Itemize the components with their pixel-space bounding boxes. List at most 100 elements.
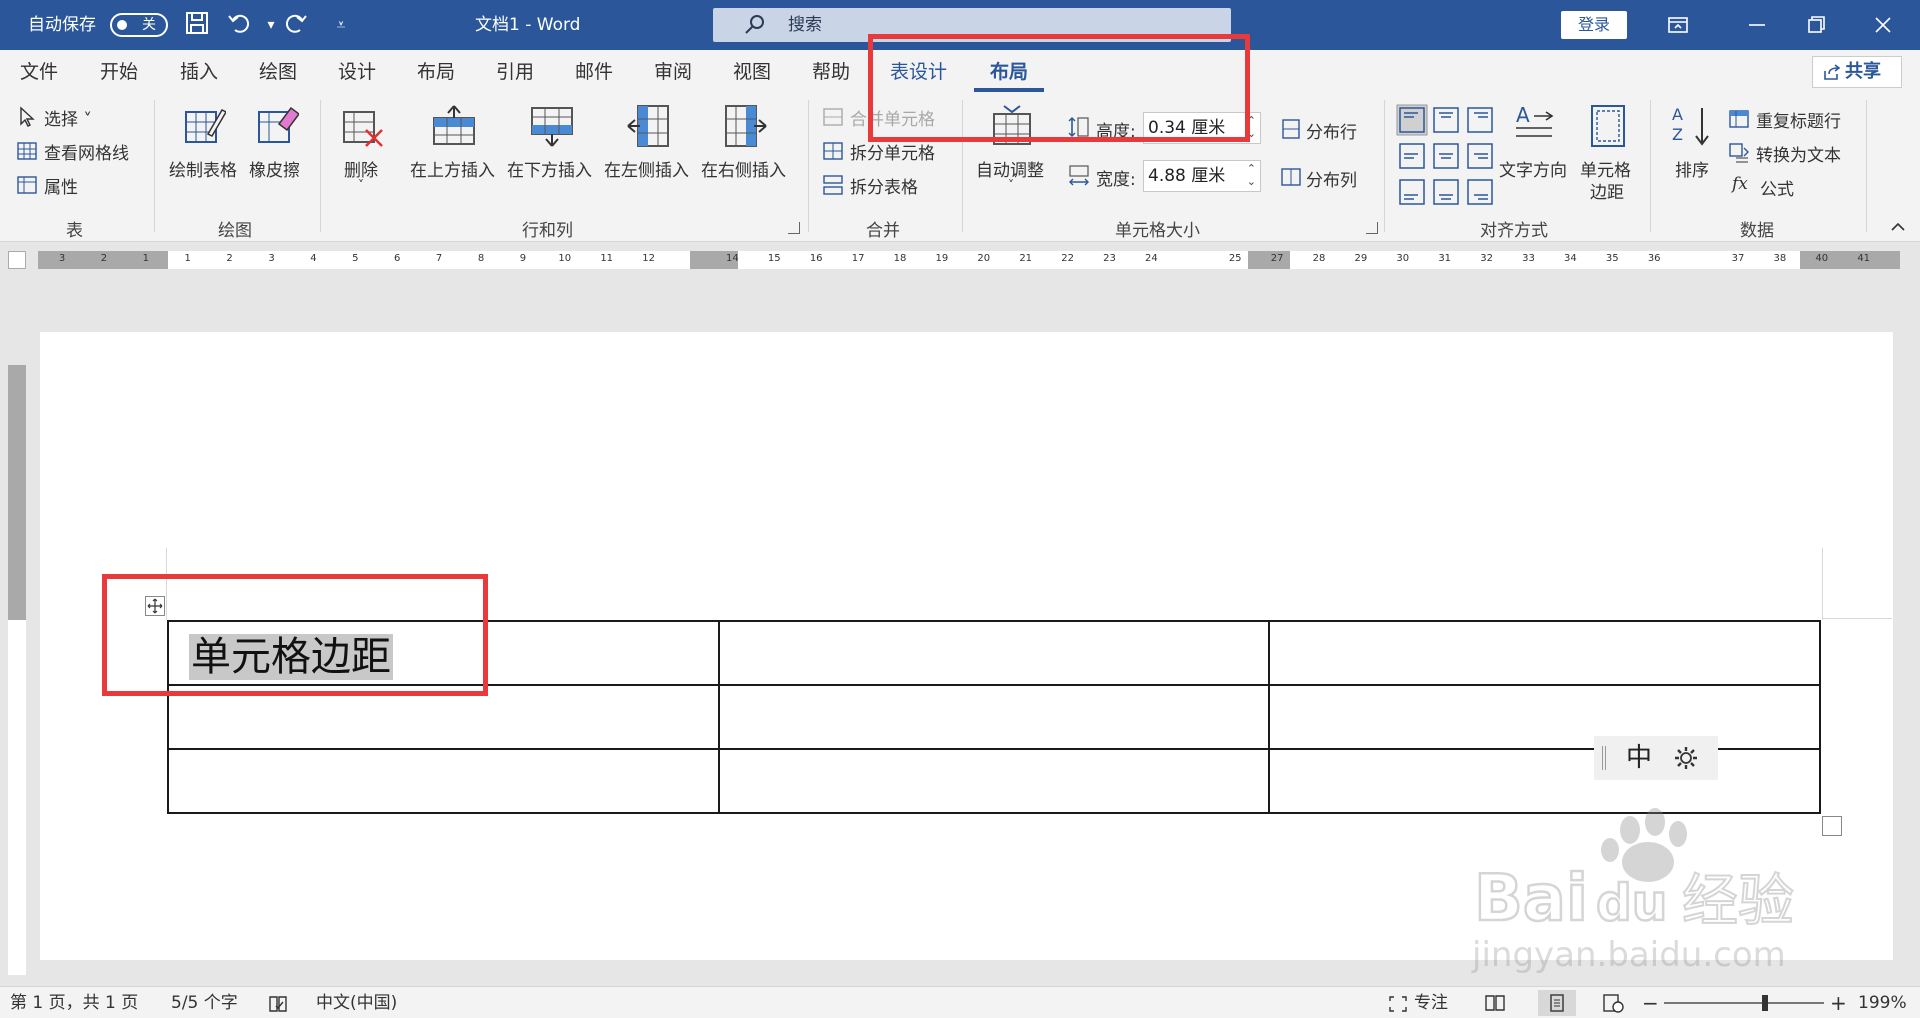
- close-icon[interactable]: [1868, 10, 1898, 40]
- text-direction-button[interactable]: 文字方向: [1499, 156, 1567, 181]
- ruler-number: 4: [310, 253, 317, 264]
- split-cells-button[interactable]: 拆分单元格: [850, 139, 935, 164]
- zoom-slider[interactable]: [1664, 1002, 1824, 1004]
- zoom-in-button[interactable]: +: [1830, 987, 1847, 1018]
- save-icon[interactable]: [182, 10, 212, 40]
- ime-mode-label[interactable]: 中: [1626, 736, 1652, 780]
- eraser-button[interactable]: 橡皮擦: [249, 156, 300, 181]
- group-divider: [154, 100, 155, 232]
- view-gridlines-button[interactable]: 查看网格线: [44, 139, 129, 164]
- tab-review[interactable]: 审阅: [654, 50, 692, 94]
- print-layout-button[interactable]: [1538, 990, 1576, 1016]
- tab-draw[interactable]: 绘图: [259, 50, 297, 94]
- customize-qat-icon[interactable]: ⩡: [326, 10, 356, 40]
- tab-references[interactable]: 引用: [496, 50, 534, 94]
- tab-insert[interactable]: 插入: [180, 50, 218, 94]
- ime-drag-handle[interactable]: [1602, 746, 1606, 770]
- group-label-merge: 合并: [866, 221, 900, 241]
- width-label: 宽度:: [1096, 170, 1136, 190]
- web-layout-icon[interactable]: [1602, 993, 1624, 1013]
- vertical-ruler[interactable]: [8, 365, 26, 975]
- horizontal-ruler[interactable]: 3 2 1 1 2 3 4 5 6 7 8 9 10 11 12 14 15 16 17 18 19 20 21 22 23 24…: [0, 243, 1920, 277]
- share-label: 共享: [1845, 61, 1881, 82]
- login-button[interactable]: 登录: [1561, 11, 1627, 39]
- page-count[interactable]: 第 1 页，共 1 页: [10, 987, 138, 1018]
- distribute-cols-button[interactable]: 分布列: [1306, 166, 1357, 191]
- ruler-number: 20: [977, 253, 991, 264]
- distribute-rows-button[interactable]: 分布行: [1306, 118, 1357, 143]
- draw-table-button[interactable]: 绘制表格: [169, 156, 237, 181]
- insert-right-button[interactable]: 在右侧插入: [701, 156, 786, 181]
- cell-size-launcher-icon[interactable]: [1366, 222, 1378, 234]
- convert-to-text-button[interactable]: 转换为文本: [1756, 141, 1841, 166]
- tab-mailings[interactable]: 邮件: [575, 50, 613, 94]
- autosave-toggle[interactable]: 关: [110, 13, 168, 37]
- minimize-icon[interactable]: [1742, 10, 1772, 40]
- repeat-header-button[interactable]: 重复标题行: [1756, 107, 1841, 132]
- insert-above-button[interactable]: 在上方插入: [410, 156, 495, 181]
- rows-cols-launcher-icon[interactable]: [788, 222, 800, 234]
- group-label-draw: 绘图: [218, 221, 252, 241]
- formula-button[interactable]: 公式: [1760, 175, 1794, 200]
- table-cell[interactable]: [1268, 620, 1821, 686]
- tab-view[interactable]: 视图: [733, 50, 771, 94]
- tab-design[interactable]: 设计: [338, 50, 376, 94]
- zoom-level[interactable]: 199%: [1858, 987, 1907, 1018]
- zoom-slider-thumb[interactable]: [1762, 995, 1768, 1011]
- table-cell[interactable]: [717, 620, 1271, 686]
- select-button[interactable]: 选择 ˅: [44, 105, 92, 130]
- tab-layout[interactable]: 布局: [417, 50, 455, 94]
- table-cell[interactable]: [717, 684, 1271, 750]
- group-divider: [1650, 100, 1651, 232]
- delete-dropdown-icon[interactable]: ˅: [358, 178, 364, 192]
- ribbon-display-options-icon[interactable]: [1663, 10, 1693, 40]
- search-placeholder: 搜索: [788, 15, 822, 35]
- width-input[interactable]: 4.88 厘米 ⌃ ⌄: [1143, 160, 1261, 192]
- text-boundary-guide: [1822, 618, 1892, 619]
- tab-selector-icon[interactable]: [8, 251, 26, 269]
- zoom-out-button[interactable]: −: [1642, 987, 1659, 1018]
- properties-button[interactable]: 属性: [44, 173, 78, 198]
- ruler-number: 27: [1270, 253, 1284, 264]
- sort-icon: AZ: [1672, 105, 1709, 146]
- sort-button[interactable]: 排序: [1675, 156, 1709, 181]
- table-cell[interactable]: [1268, 684, 1821, 750]
- search-icon: [745, 15, 764, 34]
- redo-icon[interactable]: [280, 10, 310, 40]
- undo-icon[interactable]: [225, 10, 255, 40]
- svg-text:A: A: [1672, 105, 1683, 124]
- collapse-ribbon-icon[interactable]: [1890, 220, 1906, 232]
- autofit-dropdown-icon[interactable]: ˅: [1008, 178, 1014, 192]
- eraser-icon: [258, 106, 299, 143]
- split-table-button[interactable]: 拆分表格: [850, 173, 918, 198]
- tab-help[interactable]: 帮助: [812, 50, 850, 94]
- insert-right-icon: [725, 105, 767, 147]
- tab-home[interactable]: 开始: [100, 50, 138, 94]
- share-button[interactable]: 共享: [1812, 56, 1902, 88]
- width-spinner-icon[interactable]: ⌃ ⌄: [1247, 162, 1256, 188]
- proofing-icon[interactable]: [268, 995, 288, 1013]
- ruler-number: 19: [935, 253, 949, 264]
- word-count[interactable]: 5/5 个字: [171, 987, 238, 1018]
- table-cell[interactable]: [167, 748, 720, 814]
- select-icon: [20, 106, 35, 127]
- ruler-number: 32: [1480, 253, 1493, 264]
- language[interactable]: 中文(中国): [316, 987, 397, 1018]
- tab-file[interactable]: 文件: [20, 50, 58, 94]
- ime-toolbar[interactable]: 中: [1594, 736, 1718, 780]
- read-mode-icon[interactable]: [1484, 994, 1506, 1012]
- insert-below-button[interactable]: 在下方插入: [507, 156, 592, 181]
- restore-icon[interactable]: [1801, 10, 1831, 40]
- table-cell[interactable]: [717, 748, 1271, 814]
- insert-left-button[interactable]: 在左侧插入: [604, 156, 689, 181]
- status-bar: 第 1 页，共 1 页 5/5 个字 中文(中国) 专注 − + 199%: [0, 986, 1920, 1018]
- distribute-cols-icon: [1281, 168, 1301, 186]
- split-cells-icon: [823, 142, 843, 160]
- select-label: 选择: [44, 110, 78, 130]
- group-label-alignment: 对齐方式: [1480, 221, 1548, 241]
- svg-text:du: du: [1596, 874, 1667, 932]
- gear-icon[interactable]: [1672, 744, 1700, 772]
- ruler-number: 7: [435, 253, 443, 264]
- focus-button[interactable]: 专注: [1414, 987, 1448, 1018]
- svg-text:jingyan.baidu.com: jingyan.baidu.com: [1471, 935, 1786, 975]
